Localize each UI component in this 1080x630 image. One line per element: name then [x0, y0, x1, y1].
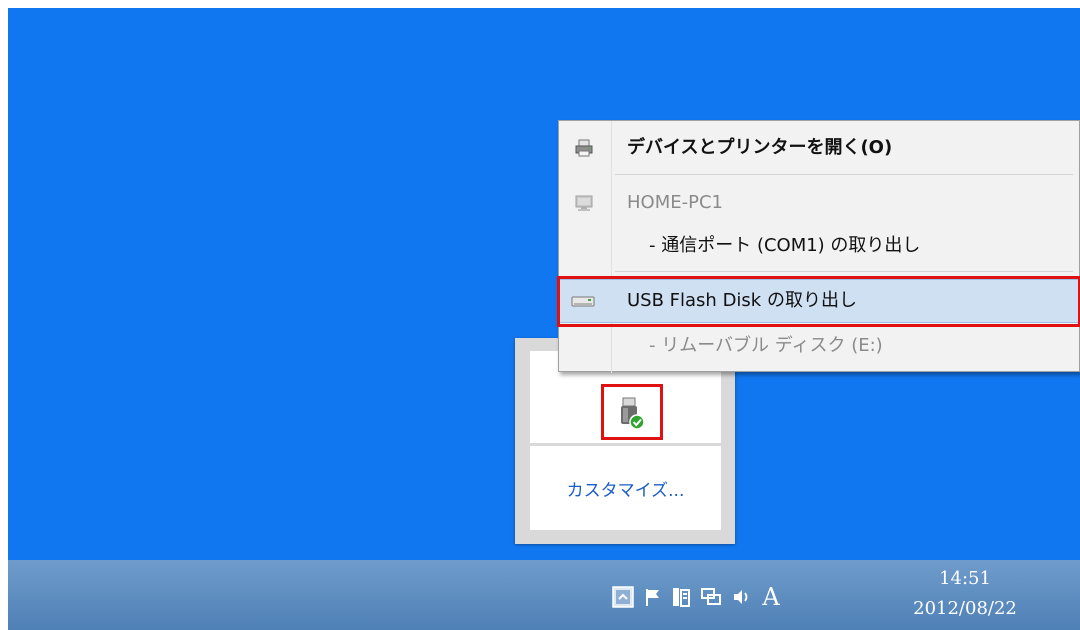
menu-item-computer-name: HOME-PC1: [559, 181, 1079, 225]
menu-separator: [615, 174, 1073, 175]
computer-icon: [574, 193, 594, 213]
eject-usb-label: USB Flash Disk の取り出し: [627, 290, 857, 311]
action-center-flag-icon[interactable]: [642, 586, 664, 608]
removable-disk-label: - リムーバブル ディスク (E:): [649, 335, 883, 356]
overflow-customize-area: カスタマイズ...: [530, 446, 721, 530]
safely-remove-hardware-icon[interactable]: [601, 384, 663, 440]
menu-separator: [615, 271, 1073, 272]
menu-item-open-devices[interactable]: デバイスとプリンターを開く(O): [559, 126, 1079, 170]
clock-date: 2012/08/22: [913, 598, 1017, 619]
network-icon[interactable]: [700, 586, 722, 608]
computer-name-label: HOME-PC1: [627, 192, 723, 213]
safely-remove-hardware-icon[interactable]: [670, 586, 692, 608]
menu-item-eject-usb[interactable]: USB Flash Disk の取り出し: [559, 279, 1079, 323]
clock-time: 14:51: [939, 568, 991, 589]
show-hidden-icons-button[interactable]: [612, 586, 634, 608]
open-devices-label: デバイスとプリンターを開く(O): [627, 137, 893, 158]
usb-drive-icon: [571, 293, 595, 309]
ime-mode-indicator[interactable]: A: [758, 585, 784, 609]
menu-item-removable-disk: - リムーバブル ディスク (E:): [559, 324, 1079, 368]
volume-icon[interactable]: [730, 586, 752, 608]
eject-com1-label: - 通信ポート (COM1) の取り出し: [649, 235, 921, 256]
printer-icon: [574, 138, 594, 158]
customize-link[interactable]: カスタマイズ...: [530, 476, 721, 501]
context-menu: デバイスとプリンターを開く(O) HOME-PC1 - 通信ポート (COM1)…: [558, 120, 1080, 373]
taskbar-clock[interactable]: 14:51 2012/08/22: [890, 566, 1040, 622]
menu-item-eject-com1[interactable]: - 通信ポート (COM1) の取り出し: [559, 224, 1079, 268]
